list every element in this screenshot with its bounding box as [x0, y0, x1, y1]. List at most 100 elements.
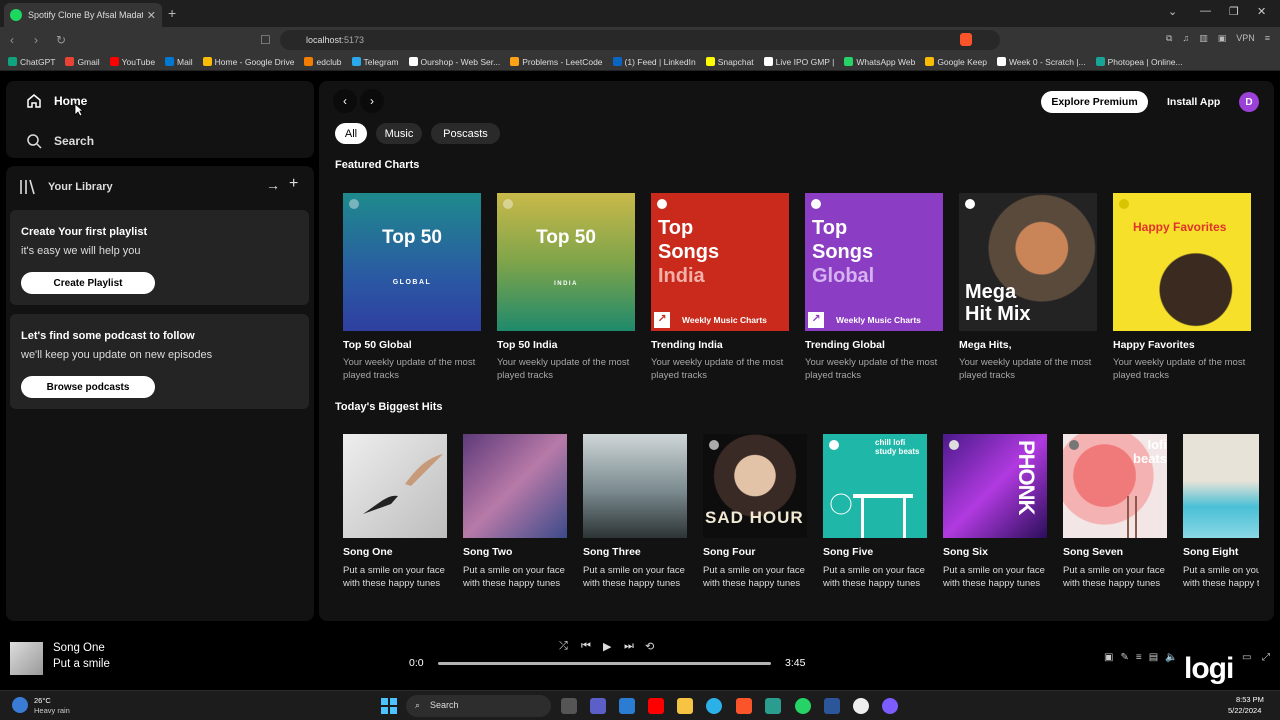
windows-start-icon[interactable] [381, 698, 397, 714]
browse-podcasts-button[interactable]: Browse podcasts [21, 376, 155, 398]
bookmark-label: Week 0 - Scratch |... [1008, 56, 1086, 67]
bookmark-item[interactable]: Mail [165, 57, 193, 67]
vpn-button[interactable]: VPN [1236, 33, 1255, 44]
song-card[interactable]: Song Two Put a smile on your face with t… [463, 434, 567, 590]
plus-icon[interactable]: + [289, 175, 298, 193]
device-icon[interactable]: ▤ [1149, 652, 1158, 663]
bookmark-item[interactable]: Telegram [351, 57, 399, 67]
bookmark-item[interactable]: YouTube [109, 56, 156, 67]
bookmark-item[interactable]: Snapchat [705, 57, 754, 67]
song-card[interactable]: SAD HOUR Song Four Put a smile on your f… [703, 434, 807, 590]
sidebar-nav: Home Search [6, 81, 314, 158]
mini-player-icon[interactable]: ▭ [1242, 652, 1251, 663]
next-icon[interactable]: ⏭ [624, 640, 634, 653]
close-tab-icon[interactable]: ✕ [147, 9, 156, 22]
shuffle-icon[interactable]: ⤮ [559, 640, 568, 653]
filter-chip-all[interactable]: All [335, 123, 367, 144]
repeat-icon[interactable]: ⟲ [645, 640, 654, 653]
word-icon[interactable] [824, 698, 840, 714]
teams-icon[interactable] [590, 698, 606, 714]
bookmark-item[interactable]: Home - Google Drive [202, 56, 295, 67]
media-icon[interactable]: ♫ [1182, 33, 1189, 44]
install-app-button[interactable]: Install App [1167, 96, 1220, 108]
chart-card[interactable]: Top Songs Global ↗ Weekly Music Charts T… [805, 193, 943, 382]
tab-search-icon[interactable]: ⌄ [1168, 5, 1177, 18]
forward-icon[interactable]: › [34, 33, 38, 47]
bookmark-item[interactable]: (1) Feed | LinkedIn [612, 57, 696, 67]
bookmark-item[interactable]: WhatsApp Web [844, 57, 915, 67]
progress-bar[interactable] [438, 662, 771, 665]
chart-card[interactable]: Top Songs India ↗ Weekly Music Charts Tr… [651, 193, 789, 382]
lyrics-icon[interactable]: ✎ [1120, 652, 1128, 663]
menu-icon[interactable]: ≡ [1265, 33, 1270, 44]
cover-line2: Hit Mix [965, 303, 1031, 325]
chart-card[interactable]: Happy Favorites Happy Favorites Your wee… [1113, 193, 1251, 382]
bookmark-item[interactable]: Week 0 - Scratch |... [996, 56, 1086, 67]
queue-icon[interactable]: ≡ [1136, 652, 1142, 663]
now-playing-cover [10, 642, 43, 675]
whatsapp-icon[interactable] [795, 698, 811, 714]
fullscreen-icon[interactable]: ⤢ [1262, 652, 1270, 663]
play-icon[interactable]: ▶ [603, 640, 611, 653]
sidebar-icon[interactable]: ▥ [1199, 33, 1208, 44]
filter-chip-music[interactable]: Music [376, 123, 422, 144]
bookmark-label: YouTube [121, 56, 156, 67]
close-window-icon[interactable]: ✕ [1257, 5, 1266, 18]
vscode-icon[interactable] [619, 698, 635, 714]
chart-card[interactable]: Top 50 GLOBAL Top 50 Global Your weekly … [343, 193, 481, 382]
bookmark-item[interactable]: Photopea | Online... [1095, 57, 1183, 67]
volume-icon[interactable]: 🔈 [1165, 652, 1177, 663]
bookmark-item[interactable]: Google Keep [925, 57, 987, 67]
now-playing-view-icon[interactable]: ▣ [1104, 652, 1113, 663]
previous-icon[interactable]: ⏮ [581, 640, 591, 653]
song-card[interactable]: lofi beats Song Seven Put a smile on you… [1063, 434, 1167, 590]
app-icon[interactable] [853, 698, 869, 714]
address-bar[interactable]: localhost:5173 [280, 30, 1000, 50]
bookmark-item[interactable]: Live IPO GMP | [763, 57, 834, 67]
app2-icon[interactable] [882, 698, 898, 714]
nav-forward-icon[interactable]: › [360, 89, 384, 113]
bookmark-item[interactable]: Gmail [65, 57, 100, 67]
minimize-icon[interactable]: — [1200, 5, 1211, 17]
maximize-icon[interactable]: ❐ [1229, 5, 1239, 18]
sidebar-item-search[interactable]: Search [26, 133, 94, 149]
filter-chip-podcasts[interactable]: Poscasts [431, 123, 500, 144]
library-header[interactable]: Your Library [18, 178, 113, 196]
song-desc: Put a smile on your face with these happ… [583, 565, 685, 589]
taskbar-search-box[interactable]: ⌕ Search [406, 695, 551, 717]
extensions-icon[interactable]: ⧉ [1166, 33, 1172, 44]
song-name: Song One [343, 546, 393, 558]
cover-footer: Weekly Music Charts [836, 315, 921, 325]
reload-icon[interactable]: ↻ [56, 33, 66, 47]
task-view-icon[interactable] [561, 698, 577, 714]
wallet-icon[interactable]: ▣ [1218, 33, 1227, 44]
chatgpt-icon[interactable] [765, 698, 781, 714]
nav-back-icon[interactable]: ‹ [333, 89, 357, 113]
bookmark-item[interactable]: edclub [304, 57, 342, 67]
bookmark-favicon-icon [510, 57, 520, 66]
bookmark-item[interactable]: ChatGPT [8, 57, 55, 67]
song-card[interactable]: chill lofi study beats Song Five Put a s… [823, 434, 927, 590]
youtube-icon[interactable] [648, 698, 664, 714]
bookmark-icon[interactable]: ☐ [260, 33, 271, 47]
song-card[interactable]: Song Eight Put a smile on your face with… [1183, 434, 1259, 590]
bookmark-label: Home - Google Drive [214, 56, 295, 67]
avatar[interactable]: D [1239, 92, 1259, 112]
back-icon[interactable]: ‹ [10, 33, 14, 47]
browser-tab[interactable]: Spotify Clone By Afsal Madathil ✕ [4, 3, 162, 27]
chart-card[interactable]: Mega Hit Mix Mega Hits, Your weekly upda… [959, 193, 1097, 382]
brave-shield-icon[interactable] [960, 33, 972, 46]
new-tab-button[interactable]: + [168, 5, 176, 21]
create-playlist-button[interactable]: Create Playlist [21, 272, 155, 294]
bookmark-item[interactable]: Ourshop - Web Ser... [408, 57, 500, 67]
chart-card[interactable]: Top 50 INDIA Top 50 India Your weekly up… [497, 193, 635, 382]
arrow-right-icon[interactable]: → [266, 177, 280, 193]
song-card[interactable]: Song One Put a smile on your face with t… [343, 434, 447, 590]
song-card[interactable]: PHONK Song Six Put a smile on your face … [943, 434, 1047, 590]
edge-icon[interactable] [706, 698, 722, 714]
bookmark-item[interactable]: Problems - LeetCode [510, 57, 603, 67]
brave-icon[interactable] [736, 698, 752, 714]
explore-premium-button[interactable]: Explore Premium [1041, 91, 1148, 113]
file-explorer-icon[interactable] [677, 698, 693, 714]
song-card[interactable]: Song Three Put a smile on your face with… [583, 434, 687, 590]
